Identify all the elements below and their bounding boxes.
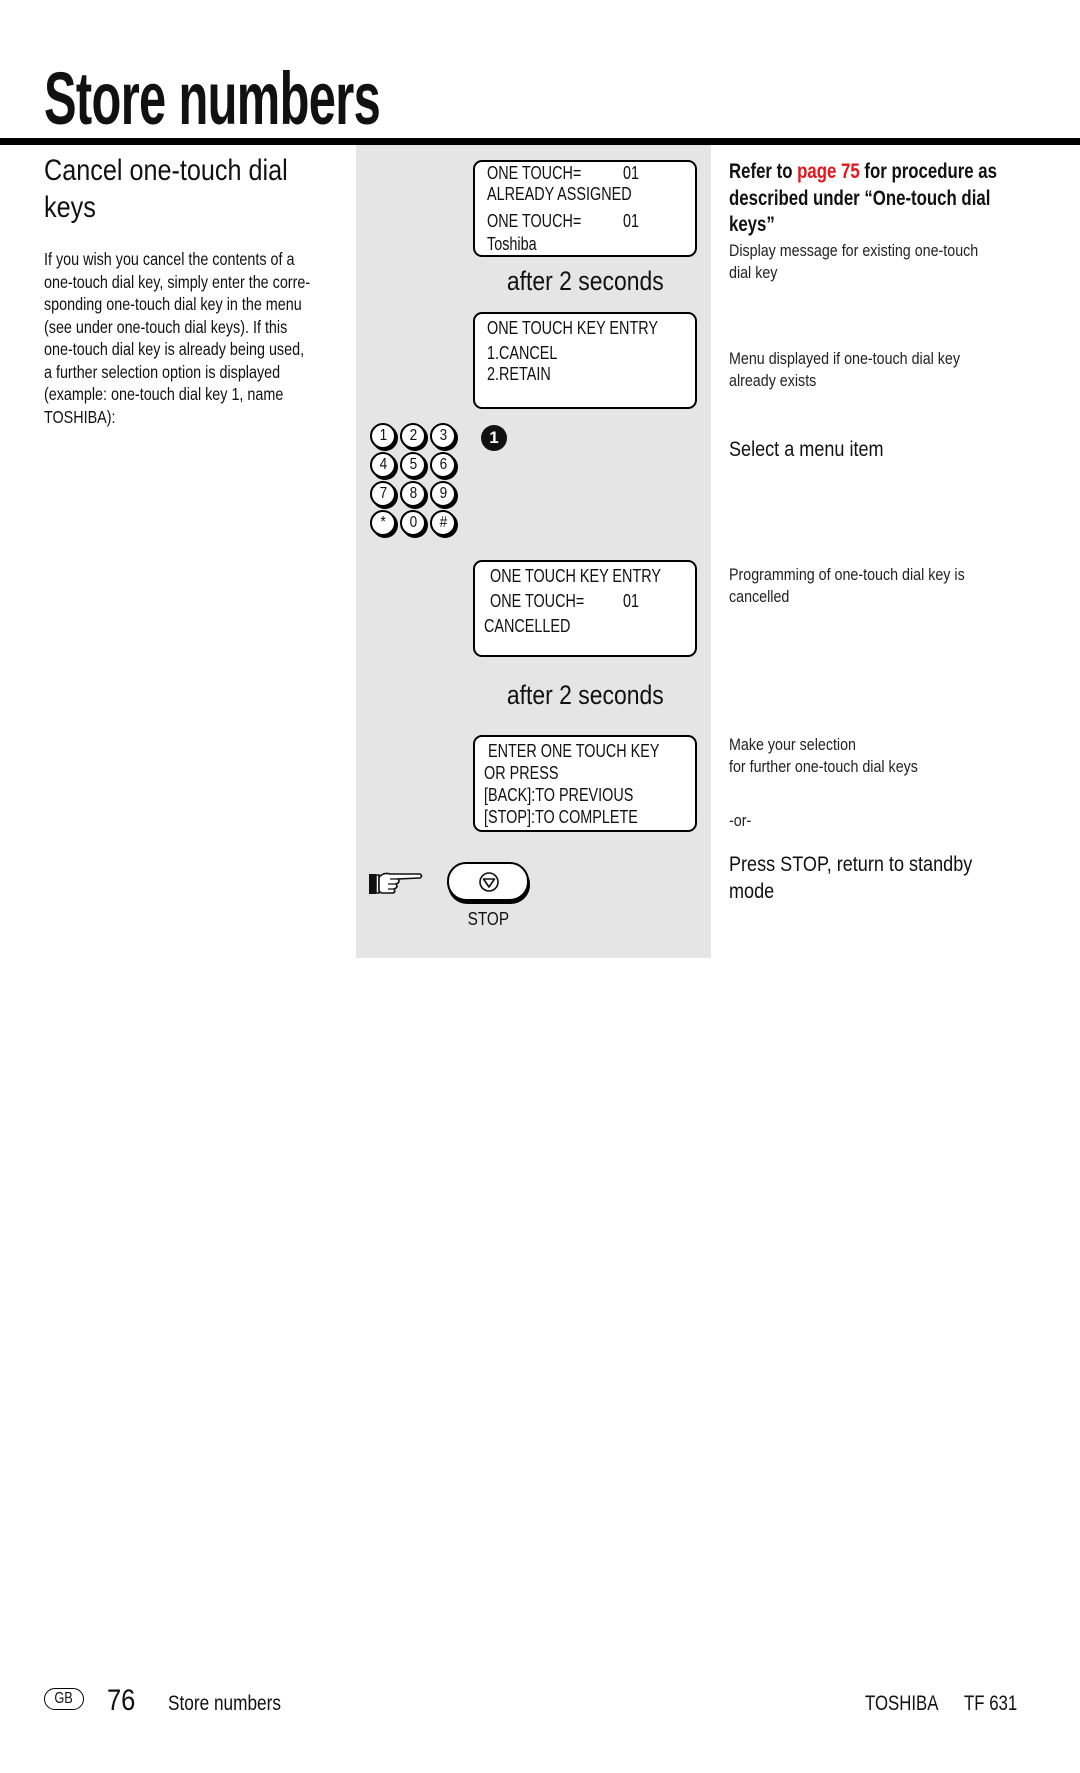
reference-note: Refer to page 75 for procedure as descri…: [729, 159, 1064, 239]
lcd-display-already-assigned: ONE TOUCH= 01 ALREADY ASSIGNED ONE TOUCH…: [473, 160, 697, 257]
keypad-key-0[interactable]: 0: [400, 510, 426, 536]
lcd-line: [BACK]:TO PREVIOUS: [484, 785, 634, 805]
page-title: Store numbers: [44, 56, 553, 141]
note-make-selection: Make your selection for further one-touc…: [729, 734, 954, 778]
lcd-line: CANCELLED: [484, 616, 571, 636]
keypad-key-6[interactable]: 6: [430, 452, 456, 478]
note-line: Menu displayed if one-touch dial key: [729, 349, 960, 368]
note-line: -or-: [729, 811, 752, 830]
note-menu-exists: Menu displayed if one-touch dial key alr…: [729, 348, 1004, 392]
lcd-value: 01: [623, 211, 640, 231]
lcd-line: ONE TOUCH=: [487, 211, 582, 231]
lcd-line: ENTER ONE TOUCH KEY: [488, 741, 660, 761]
lcd-line: ONE TOUCH KEY ENTRY: [490, 566, 661, 586]
note-press-stop: Press STOP, return to standby mode: [729, 851, 1012, 905]
keypad-key-8[interactable]: 8: [400, 481, 426, 507]
intro-line: a further selection option is displayed: [44, 361, 281, 382]
note-line: Programming of one-touch dial key is: [729, 565, 965, 584]
note-or: -or-: [729, 810, 755, 832]
note-line: cancelled: [729, 587, 790, 606]
section-title-line: Cancel one-touch dial: [44, 154, 288, 187]
stop-icon: [479, 872, 499, 892]
intro-line: sponding one-touch dial key in the menu: [44, 294, 302, 314]
ref-suffix: for procedure as: [859, 160, 997, 183]
delay-label: after 2 seconds: [473, 680, 697, 711]
keypad-key-2[interactable]: 2: [400, 423, 426, 449]
footer-model-text: TF 631: [964, 1692, 1018, 1715]
intro-line: If you wish you cancel the contents of a: [44, 249, 295, 269]
keypad-key-7[interactable]: 7: [370, 481, 396, 507]
intro-line: TOSHIBA):: [44, 406, 116, 427]
intro-line: (example: one-touch dial key 1, name: [44, 384, 284, 404]
intro-line: one-touch dial key is already being used…: [44, 339, 305, 359]
keypad-key-4[interactable]: 4: [370, 452, 396, 478]
section-title: Cancel one-touch dial keys: [44, 152, 334, 226]
lcd-value: 01: [623, 163, 640, 183]
delay-text: after 2 seconds: [506, 266, 664, 296]
section-title-line: keys: [44, 191, 96, 224]
page-title-text: Store numbers: [44, 57, 381, 140]
intro-paragraph: If you wish you cancel the contents of a…: [44, 248, 369, 428]
language-badge: GB: [44, 1688, 84, 1710]
lcd-value: 01: [623, 591, 640, 611]
footer-brand: TOSHIBA: [865, 1692, 957, 1716]
stop-label-text: STOP: [467, 909, 509, 929]
footer-brand-text: TOSHIBA: [865, 1692, 939, 1715]
lcd-line: [STOP]:TO COMPLETE: [484, 807, 638, 827]
lcd-line: OR PRESS: [484, 763, 559, 783]
keypad-key-9[interactable]: 9: [430, 481, 456, 507]
page-number: 76: [107, 1684, 140, 1718]
lcd-display-enter-key: ENTER ONE TOUCH KEY OR PRESS [BACK]:TO P…: [473, 735, 697, 832]
note-line: Display message for existing one-touch: [729, 241, 979, 260]
note-cancelled: Programming of one-touch dial key is can…: [729, 564, 1010, 608]
note-display-existing: Display message for existing one-touch d…: [729, 240, 1026, 284]
pointing-hand-icon: [368, 868, 424, 905]
footer-model: TF 631: [964, 1692, 1031, 1716]
selected-key-badge: 1: [481, 425, 507, 451]
note-select-menu-item: Select a menu item: [729, 436, 909, 463]
footer-section-text: Store numbers: [168, 1692, 281, 1715]
note-line: dial key: [729, 263, 778, 282]
ref-line: keys”: [729, 213, 775, 236]
keypad-key-hash[interactable]: #: [430, 510, 456, 536]
ref-line: described under “One-touch dial: [729, 186, 991, 210]
lcd-display-menu: ONE TOUCH KEY ENTRY 1.CANCEL 2.RETAIN: [473, 312, 697, 409]
language-code: GB: [54, 1690, 74, 1707]
stop-button-label: STOP: [447, 909, 529, 930]
ref-prefix: Refer to: [729, 160, 798, 183]
note-line: for further one-touch dial keys: [729, 757, 918, 776]
note-line: already exists: [729, 371, 817, 390]
lcd-display-cancelled: ONE TOUCH KEY ENTRY ONE TOUCH= 01 CANCEL…: [473, 560, 697, 657]
note-line: Make your selection: [729, 735, 856, 754]
stop-button[interactable]: [447, 862, 529, 901]
lcd-line: 2.RETAIN: [487, 364, 551, 384]
delay-text: after 2 seconds: [506, 680, 664, 710]
delay-label: after 2 seconds: [473, 266, 697, 297]
page-number-text: 76: [107, 1684, 136, 1717]
footer-section-name: Store numbers: [168, 1692, 306, 1716]
keypad-key-5[interactable]: 5: [400, 452, 426, 478]
note-line: mode: [729, 880, 775, 903]
lcd-line: 1.CANCEL: [487, 343, 558, 363]
note-line: Press STOP, return to standby: [729, 853, 973, 876]
lcd-line: Toshiba: [487, 234, 537, 254]
intro-line: one-touch dial key, simply enter the cor…: [44, 271, 311, 292]
keypad-key-3[interactable]: 3: [430, 423, 456, 449]
lcd-line: ONE TOUCH KEY ENTRY: [487, 318, 658, 338]
lcd-line: ONE TOUCH=: [487, 163, 582, 183]
intro-line: (see under one-touch dial keys). If this: [44, 316, 288, 337]
lcd-line: ONE TOUCH=: [490, 591, 585, 611]
title-rule: [0, 138, 1080, 145]
lcd-line: ALREADY ASSIGNED: [487, 184, 632, 204]
page-reference-link[interactable]: page 75: [797, 160, 860, 183]
keypad-key-1[interactable]: 1: [370, 423, 396, 449]
note-line: Select a menu item: [729, 438, 884, 461]
keypad-key-star[interactable]: *: [370, 510, 396, 536]
